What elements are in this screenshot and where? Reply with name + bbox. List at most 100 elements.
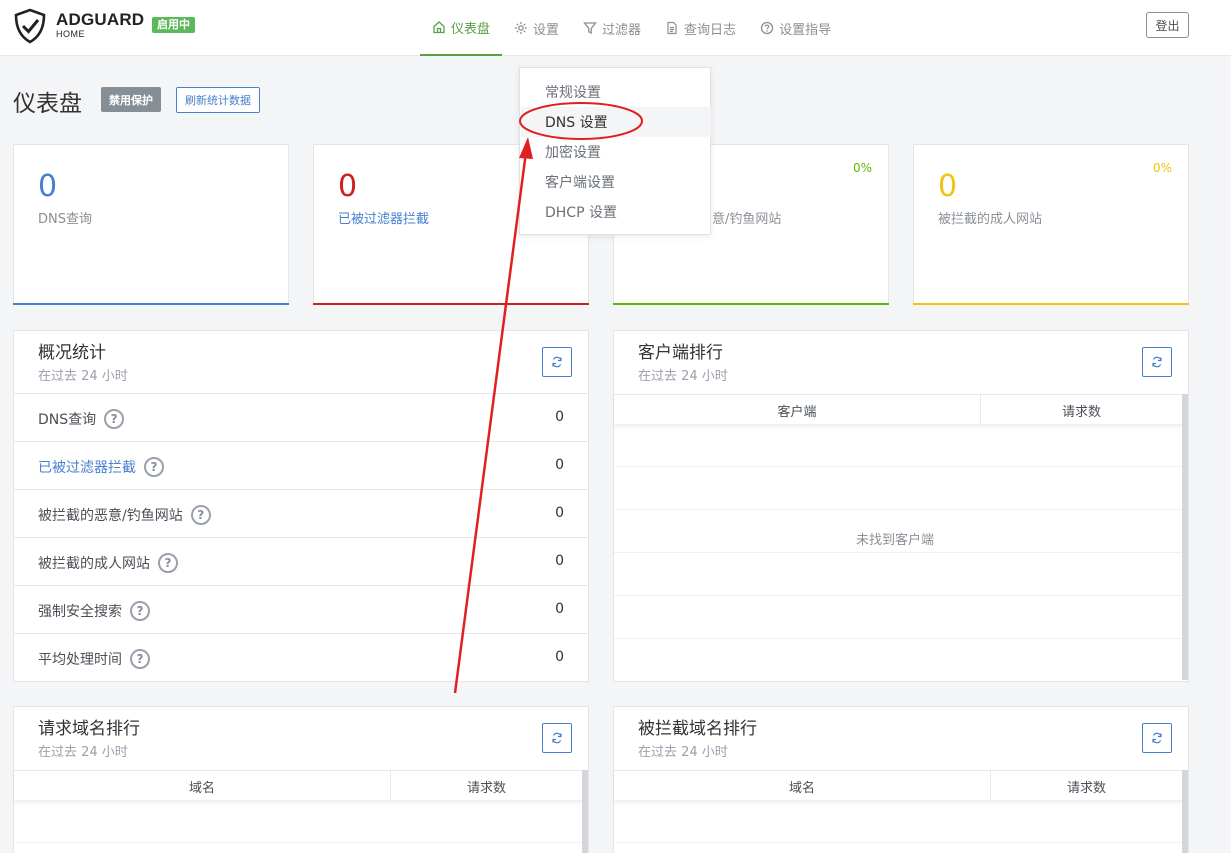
stat-label[interactable]: 已被过滤器拦截: [338, 208, 429, 227]
panel-subtitle: 在过去 24 小时: [38, 369, 128, 384]
row-divider: [614, 466, 1182, 467]
nav-dashboard-label: 仪表盘: [451, 21, 491, 37]
row-label: DNS查询?: [38, 409, 125, 429]
nav-query-log-label: 查询日志: [684, 22, 737, 38]
refresh-button[interactable]: [542, 723, 572, 753]
disable-protection-button[interactable]: 禁用保护: [101, 87, 161, 112]
stat-accent-bar: [913, 303, 1189, 305]
row-divider: [614, 842, 1182, 843]
column-header-domain[interactable]: 域名: [14, 771, 390, 801]
brand-sub: HOME: [56, 29, 85, 39]
stat-value: 0: [338, 169, 358, 204]
stat-accent-bar: [313, 303, 589, 305]
refresh-button[interactable]: [1142, 347, 1172, 377]
refresh-button[interactable]: [542, 347, 572, 377]
filter-icon: [583, 22, 597, 35]
stats-row-safe-search: 强制安全搜索? 0: [14, 585, 588, 633]
stat-percent: 0%: [852, 161, 872, 175]
table-header: 域名 请求数: [14, 770, 582, 801]
nav-settings[interactable]: 设置: [502, 0, 571, 56]
stats-row-blocked-filters: 已被过滤器拦截? 0: [14, 441, 588, 489]
gear-icon: [515, 22, 528, 34]
row-divider: [614, 552, 1182, 553]
stats-row-dns-queries: DNS查询? 0: [14, 393, 588, 441]
refresh-icon: [552, 356, 562, 368]
general-stats-panel: 概况统计 在过去 24 小时 DNS查询? 0 已被过滤器拦截? 0 被拦截的恶…: [13, 330, 589, 682]
question-icon[interactable]: ?: [158, 553, 178, 573]
empty-message: 未找到客户端: [846, 529, 945, 548]
row-label[interactable]: 已被过滤器拦截?: [38, 457, 164, 477]
scrollbar[interactable]: [1182, 770, 1188, 853]
top-blocked-domains-panel: 被拦截域名排行 在过去 24 小时 域名 请求数: [613, 706, 1189, 853]
panel-subtitle: 在过去 24 小时: [638, 745, 728, 760]
main-nav: 仪表盘 设置 过滤器 查询日志 设置指导: [420, 0, 843, 56]
stat-accent-bar: [613, 303, 889, 305]
menu-item-encryption-settings[interactable]: 加密设置: [521, 137, 711, 167]
row-value: 0: [555, 649, 564, 665]
menu-item-dns-settings[interactable]: DNS 设置: [521, 107, 711, 137]
row-divider: [614, 595, 1182, 596]
nav-setup-guide[interactable]: 设置指导: [748, 0, 843, 56]
refresh-icon: [1152, 732, 1162, 744]
question-icon[interactable]: ?: [190, 505, 211, 525]
column-header-requests[interactable]: 请求数: [981, 395, 1182, 425]
question-icon[interactable]: ?: [130, 601, 150, 621]
row-label: 平均处理时间?: [38, 649, 150, 669]
stat-card-dns-queries: 0 DNS查询: [13, 144, 289, 305]
column-header-requests[interactable]: 请求数: [391, 771, 582, 801]
brand-name: ADGUARD: [56, 10, 145, 29]
table-header: 域名 请求数: [614, 770, 1182, 801]
panel-title: 请求域名排行: [38, 719, 140, 739]
help-icon: [760, 21, 774, 35]
refresh-button[interactable]: [1142, 723, 1172, 753]
row-value: 0: [555, 457, 564, 473]
panel-title: 被拦截域名排行: [638, 719, 757, 739]
question-icon[interactable]: ?: [130, 649, 150, 669]
stats-row-malware-phishing: 被拦截的恶意/钓鱼网站? 0: [14, 489, 588, 537]
top-header: ADGUARD HOME 启用中 仪表盘 设置 过滤器 查询日志 设置指导 登出: [0, 0, 1231, 56]
nav-setup-guide-label: 设置指导: [779, 22, 832, 38]
row-value: 0: [555, 553, 564, 569]
nav-filters[interactable]: 过滤器: [571, 0, 653, 56]
home-icon: [433, 21, 445, 34]
adguard-shield-logo[interactable]: [12, 8, 48, 44]
settings-dropdown-menu: 常规设置 DNS 设置 加密设置 客户端设置 DHCP 设置: [519, 67, 711, 235]
nav-filters-label: 过滤器: [602, 22, 642, 38]
row-label: 被拦截的恶意/钓鱼网站?: [38, 505, 211, 525]
stats-row-adult-sites: 被拦截的成人网站? 0: [14, 537, 588, 585]
nav-settings-label: 设置: [533, 22, 560, 38]
column-header-requests[interactable]: 请求数: [991, 771, 1182, 801]
column-header-domain[interactable]: 域名: [614, 771, 990, 801]
menu-item-general-settings[interactable]: 常规设置: [521, 77, 711, 107]
scrollbar[interactable]: [1182, 394, 1188, 680]
brand: ADGUARD HOME: [56, 11, 144, 40]
panel-subtitle: 在过去 24 小时: [638, 369, 728, 384]
top-clients-panel: 客户端排行 在过去 24 小时 客户端 请求数 未找到客户端: [613, 330, 1189, 682]
logout-button[interactable]: 登出: [1146, 12, 1189, 38]
panel-title: 概况统计: [38, 343, 106, 363]
page-title: 仪表盘: [13, 91, 82, 117]
question-icon[interactable]: ?: [144, 457, 164, 477]
table-header: 客户端 请求数: [614, 394, 1182, 425]
menu-item-client-settings[interactable]: 客户端设置: [521, 167, 711, 197]
scrollbar[interactable]: [582, 770, 588, 853]
row-value: 0: [555, 601, 564, 617]
nav-dashboard[interactable]: 仪表盘: [420, 0, 503, 56]
stat-label: 被拦截的成人网站: [938, 212, 1043, 227]
status-badge: 启用中: [152, 17, 195, 33]
stat-value: 0: [938, 169, 958, 204]
panel-subtitle: 在过去 24 小时: [38, 745, 128, 760]
stat-value: 0: [38, 169, 58, 204]
stats-row-avg-processing-time: 平均处理时间? 0: [14, 633, 588, 681]
row-value: 0: [555, 505, 564, 521]
column-header-client[interactable]: 客户端: [614, 395, 980, 425]
stat-accent-bar: [13, 303, 289, 305]
refresh-icon: [552, 732, 562, 744]
row-divider: [614, 638, 1182, 639]
menu-item-dhcp-settings[interactable]: DHCP 设置: [521, 197, 711, 227]
row-divider: [614, 509, 1182, 510]
nav-query-log[interactable]: 查询日志: [653, 0, 748, 56]
row-value: 0: [555, 409, 564, 425]
question-icon[interactable]: ?: [104, 409, 125, 429]
refresh-stats-button[interactable]: 刷新统计数据: [176, 87, 260, 113]
